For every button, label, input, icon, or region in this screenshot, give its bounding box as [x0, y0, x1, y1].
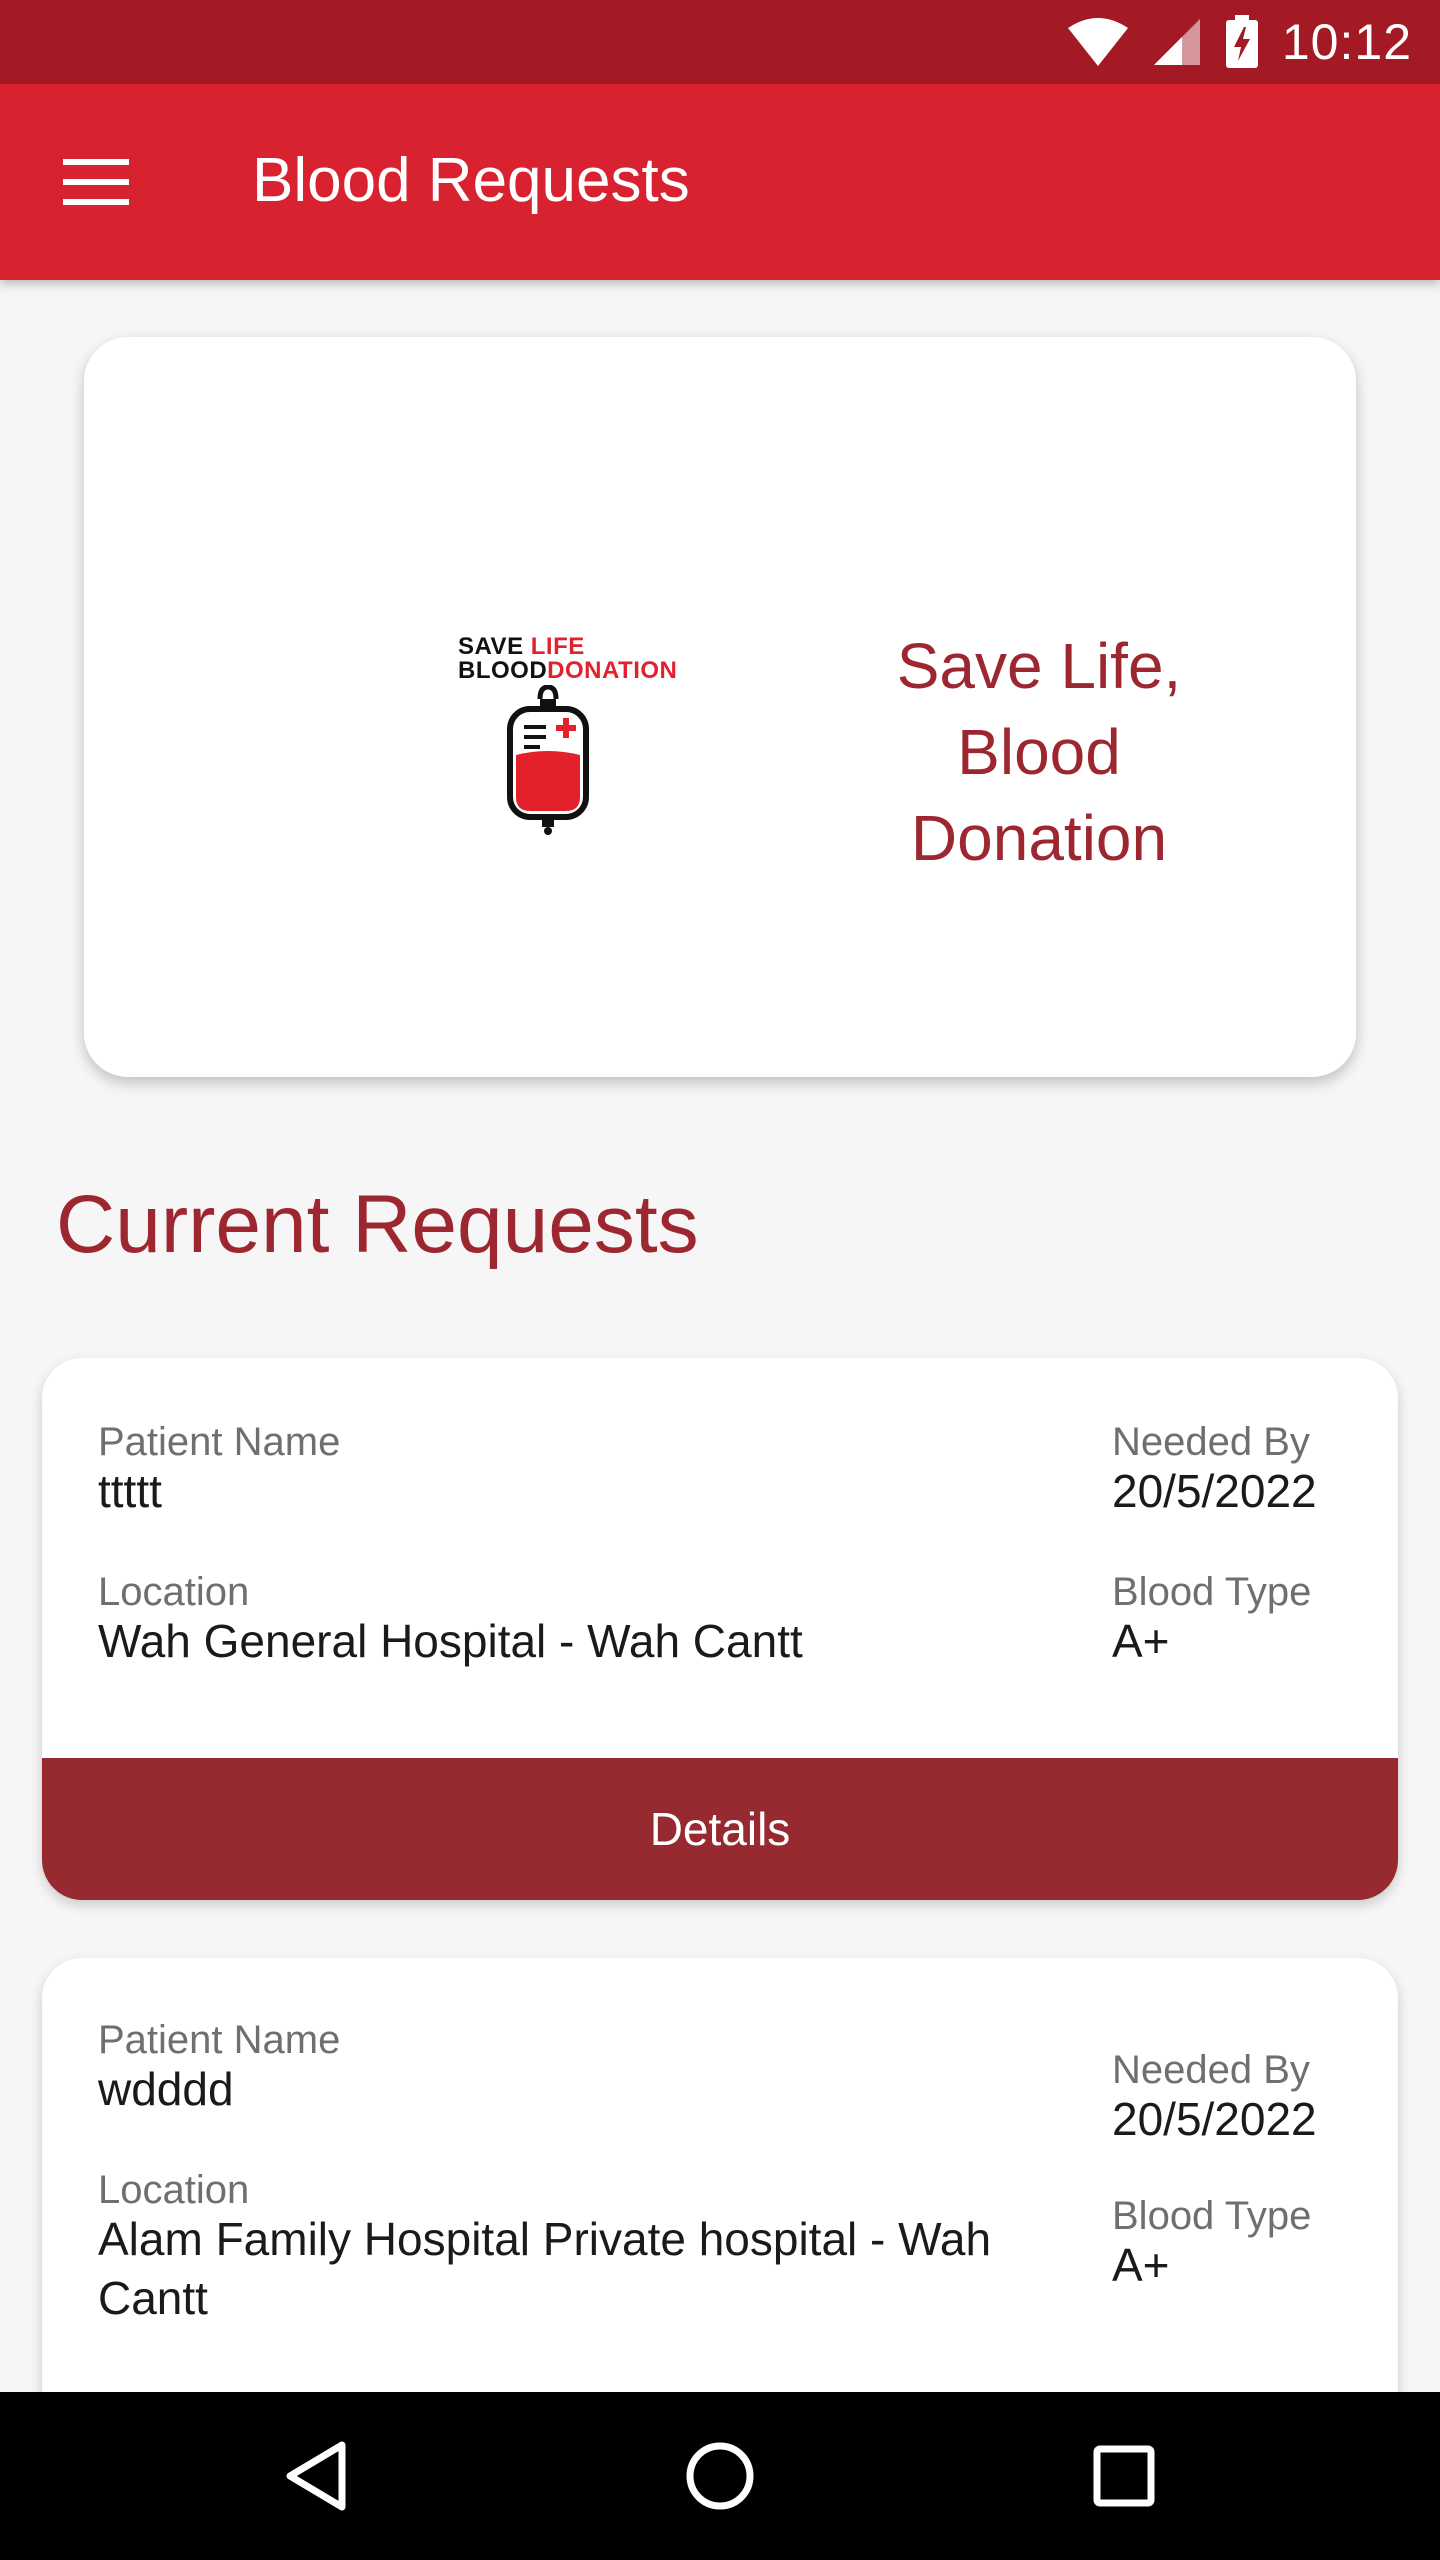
blood-type-label: Blood Type — [1112, 1570, 1312, 1614]
patient-name-label: Patient Name — [98, 1420, 341, 1464]
wifi-icon — [1067, 18, 1128, 66]
banner-slogan-line1: Save Life, — [896, 630, 1182, 702]
patient-name-value: ttttt — [98, 1465, 162, 1517]
status-time: 10:12 — [1281, 14, 1412, 70]
location-label: Location — [98, 1570, 250, 1614]
nav-recents-button[interactable] — [1074, 2426, 1174, 2526]
menu-icon — [63, 159, 129, 205]
needed-by-label: Needed By — [1112, 2048, 1310, 2092]
location-value: Wah General Hospital - Wah Cantt — [98, 1615, 803, 1667]
location-value-line2: Cantt — [98, 2272, 208, 2324]
nav-back-button[interactable] — [266, 2426, 366, 2526]
blood-type-value: A+ — [1112, 2239, 1170, 2291]
location-label: Location — [98, 2168, 250, 2212]
location-value-line1: Alam Family Hospital Private hospital - … — [98, 2213, 992, 2265]
home-icon — [686, 2442, 754, 2510]
cell-signal-icon — [1153, 19, 1200, 65]
logo-line2: BLOODDONATION — [458, 657, 678, 684]
status-icons: 10:12 — [1066, 0, 1412, 84]
recents-icon — [1093, 2445, 1155, 2507]
banner-slogan-line2: Blood Donation — [910, 716, 1168, 874]
patient-name-label: Patient Name — [98, 2018, 341, 2062]
needed-by-value: 20/5/2022 — [1112, 1465, 1317, 1517]
app-bar: Blood Requests — [0, 84, 1440, 280]
status-bar: 10:12 — [0, 0, 1440, 84]
blood-type-value: A+ — [1112, 1615, 1170, 1667]
page-title: Blood Requests — [252, 146, 690, 215]
nav-home-button[interactable] — [670, 2426, 770, 2526]
back-icon — [286, 2441, 346, 2511]
blood-bag-icon — [507, 685, 589, 835]
needed-by-label: Needed By — [1112, 1420, 1310, 1464]
system-nav-bar — [0, 2392, 1440, 2560]
banner-card: SAVE LIFE BLOODDONATION Save Life, Blood… — [84, 337, 1356, 1077]
banner-slogan: Save Life, Blood Donation — [824, 623, 1254, 881]
patient-name-value: wdddd — [98, 2063, 234, 2115]
section-title: Current Requests — [56, 1179, 699, 1270]
menu-button[interactable] — [56, 142, 136, 222]
details-button[interactable]: Details — [42, 1758, 1398, 1900]
needed-by-value: 20/5/2022 — [1112, 2093, 1317, 2145]
blood-donation-logo: SAVE LIFE BLOODDONATION — [372, 633, 677, 843]
request-card: Patient Name ttttt Location Wah General … — [42, 1358, 1398, 1900]
blood-type-label: Blood Type — [1112, 2194, 1312, 2238]
battery-charging-icon — [1225, 15, 1258, 68]
